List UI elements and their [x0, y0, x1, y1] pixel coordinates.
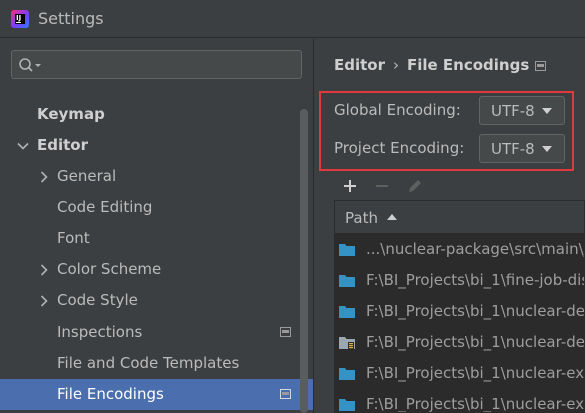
project-encoding-label: Project Encoding: — [334, 139, 465, 157]
sidebar-item-label: Editor — [37, 136, 88, 154]
project-scope-icon — [535, 61, 546, 71]
table-row[interactable]: F:\BI_Projects\bi_1\nuclear-exc — [335, 358, 585, 389]
table-row[interactable]: F:\BI_Projects\bi_1\fine-job-dis — [335, 265, 585, 296]
dropdown-arrow-icon — [542, 146, 552, 152]
sidebar-item-label: Code Editing — [57, 198, 153, 216]
sidebar-item-label: Keymap — [37, 105, 105, 123]
sidebar-scrollbar[interactable] — [300, 109, 308, 413]
table-row[interactable]: F:\BI_Projects\bi_1\nuclear-exc — [335, 389, 585, 413]
row-path: ...\nuclear-package\src\main\ja — [366, 240, 585, 258]
sidebar-item-editor[interactable]: Editor — [0, 130, 313, 161]
sidebar-item-label: Color Scheme — [57, 260, 162, 278]
table-header-path[interactable]: Path — [335, 201, 584, 234]
chevron-down-icon[interactable] — [17, 140, 29, 152]
dropdown-arrow-icon — [542, 108, 552, 114]
project-encoding-value: UTF-8 — [491, 140, 535, 158]
sidebar-item-code-style[interactable]: Code Style — [0, 285, 313, 316]
sidebar-item-color-scheme[interactable]: Color Scheme — [0, 254, 313, 285]
title-bar: IJ Settings — [0, 0, 585, 38]
settings-content: Editor › File Encodings Global Encoding: U… — [314, 39, 585, 413]
sidebar-item-general[interactable]: General — [0, 161, 313, 192]
sidebar-item-inspections[interactable]: Inspections — [0, 317, 313, 348]
column-header-path: Path — [345, 209, 378, 227]
table-row[interactable]: ...\nuclear-package\src\main\ja — [335, 234, 585, 265]
global-encoding-label: Global Encoding: — [334, 101, 461, 119]
minus-icon[interactable] — [372, 175, 394, 197]
project-encoding-select[interactable]: UTF-8 — [479, 134, 565, 163]
folder-icon — [339, 244, 355, 256]
table-row[interactable]: F:\BI_Projects\bi_1\nuclear-dec — [335, 327, 585, 358]
sidebar-item-file-encodings[interactable]: File Encodings — [0, 379, 313, 410]
sidebar-item-label: General — [57, 167, 117, 185]
library-folder-icon — [339, 337, 355, 349]
row-path: F:\BI_Projects\bi_1\nuclear-dec — [366, 302, 585, 320]
chevron-right-icon[interactable] — [38, 264, 50, 276]
chevron-right-icon[interactable] — [38, 295, 50, 307]
folder-icon — [339, 275, 355, 287]
path-table-toolbar — [334, 172, 585, 200]
sidebar-item-label: File Encodings — [57, 385, 164, 403]
row-path: F:\BI_Projects\bi_1\nuclear-dec — [366, 333, 585, 351]
sidebar-item-label: Font — [57, 229, 90, 247]
pencil-icon[interactable] — [404, 175, 426, 197]
sidebar-item-code-editing[interactable]: Code Editing — [0, 192, 313, 223]
path-encoding-table: Path ...\nuclear-package\src\main\ja F:\… — [334, 200, 585, 413]
breadcrumb-parent[interactable]: Editor — [334, 56, 385, 74]
folder-icon — [339, 399, 355, 411]
sidebar-item-file-code-templates[interactable]: File and Code Templates — [0, 348, 313, 379]
search-icon — [19, 58, 41, 72]
sidebar-item-label: Code Style — [57, 291, 138, 309]
project-scope-icon — [280, 327, 291, 337]
breadcrumb-separator: › — [393, 56, 399, 74]
breadcrumb-current: File Encodings — [407, 56, 530, 74]
global-encoding-value: UTF-8 — [491, 102, 535, 120]
breadcrumb: Editor › File Encodings — [334, 56, 529, 74]
sidebar-item-label: File and Code Templates — [57, 354, 240, 372]
settings-search-input[interactable] — [11, 50, 302, 79]
window-title: Settings — [38, 9, 104, 28]
row-path: F:\BI_Projects\bi_1\fine-job-dis — [366, 271, 585, 289]
sidebar-item-font[interactable]: Font — [0, 223, 313, 254]
global-encoding-select[interactable]: UTF-8 — [479, 96, 565, 125]
plus-icon[interactable] — [340, 175, 362, 197]
table-row[interactable]: F:\BI_Projects\bi_1\nuclear-dec — [335, 296, 585, 327]
chevron-right-icon[interactable] — [38, 171, 50, 183]
folder-icon — [339, 368, 355, 380]
settings-sidebar: Keymap Editor General Code Editing Font … — [0, 39, 313, 413]
sidebar-item-keymap[interactable]: Keymap — [0, 99, 313, 130]
row-path: F:\BI_Projects\bi_1\nuclear-exc — [366, 395, 585, 413]
project-scope-icon — [280, 389, 291, 399]
row-path: F:\BI_Projects\bi_1\nuclear-exc — [366, 364, 585, 382]
sort-ascending-icon — [387, 214, 397, 220]
sidebar-item-label: Inspections — [57, 323, 143, 341]
folder-icon — [339, 306, 355, 318]
intellij-app-icon: IJ — [11, 10, 29, 28]
